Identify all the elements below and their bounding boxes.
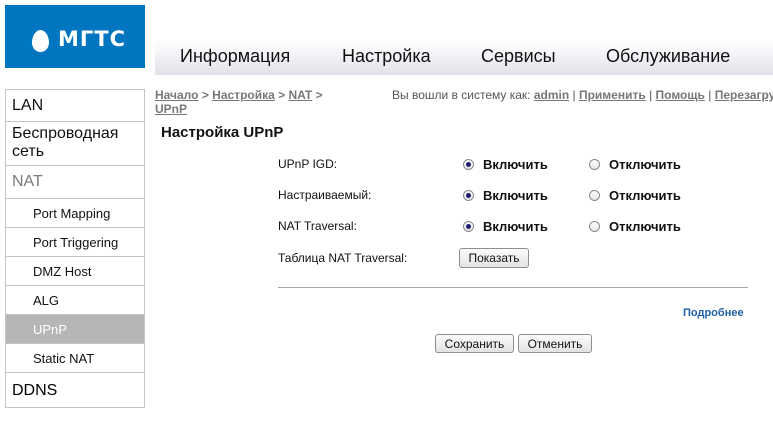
nat-traversal-label: NAT Traversal:: [278, 219, 357, 233]
user-link[interactable]: admin: [534, 88, 569, 102]
sidebar-item-dmz-host[interactable]: DMZ Host: [5, 257, 145, 286]
breadcrumb-separator: >: [274, 88, 289, 102]
breadcrumb-nat[interactable]: NAT: [288, 88, 312, 102]
breadcrumb-settings[interactable]: Настройка: [212, 88, 275, 102]
sidebar: LAN Беспроводная сеть NAT Port Mapping P…: [5, 89, 145, 408]
top-navigation: Информация Настройка Сервисы Обслуживани…: [155, 40, 773, 75]
tab-information[interactable]: Информация: [180, 46, 290, 67]
configurable-disable-radio[interactable]: [589, 190, 600, 201]
page-title: Настройка UPnP: [161, 124, 284, 141]
tab-maintenance[interactable]: Обслуживание: [606, 46, 730, 67]
logged-in-text: Вы вошли в систему как:: [392, 88, 531, 102]
nat-traversal-disable-label: Отключить: [609, 219, 681, 234]
configurable-enable-radio[interactable]: [463, 190, 474, 201]
breadcrumb-home[interactable]: Начало: [155, 88, 198, 102]
breadcrumb-upnp[interactable]: UPnP: [155, 102, 187, 116]
configurable-disable-label: Отключить: [609, 188, 681, 203]
reboot-link[interactable]: Перезагрузка: [715, 88, 773, 102]
breadcrumb-separator: >: [312, 88, 323, 102]
logo-text: МГТС: [58, 27, 127, 51]
nat-traversal-enable-label: Включить: [483, 219, 548, 234]
sidebar-item-lan[interactable]: LAN: [5, 89, 145, 122]
nat-traversal-enable-radio[interactable]: [463, 221, 474, 232]
more-info-link[interactable]: Подробнее: [683, 307, 744, 319]
sidebar-item-alg[interactable]: ALG: [5, 286, 145, 315]
upnp-igd-enable-radio[interactable]: [463, 159, 474, 170]
tab-settings[interactable]: Настройка: [342, 46, 431, 67]
header-links: Вы вошли в систему как: admin | Применит…: [392, 88, 773, 102]
breadcrumb: Начало > Настройка > NAT > UPnP: [155, 88, 355, 116]
logo: МГТС: [5, 5, 145, 68]
sidebar-item-port-triggering[interactable]: Port Triggering: [5, 228, 145, 257]
sidebar-item-upnp[interactable]: UPnP: [5, 315, 145, 344]
apply-link[interactable]: Применить: [579, 88, 646, 102]
sidebar-item-wireless[interactable]: Беспроводная сеть: [5, 122, 145, 166]
divider: [278, 287, 748, 288]
sidebar-item-ddns[interactable]: DDNS: [5, 373, 145, 408]
cancel-button[interactable]: Отменить: [518, 334, 592, 353]
tab-services[interactable]: Сервисы: [481, 46, 556, 67]
nat-traversal-disable-radio[interactable]: [589, 221, 600, 232]
show-table-button[interactable]: Показать: [459, 248, 529, 268]
sidebar-item-static-nat[interactable]: Static NAT: [5, 344, 145, 373]
upnp-igd-enable-label: Включить: [483, 157, 548, 172]
upnp-igd-disable-label: Отключить: [609, 157, 681, 172]
sidebar-item-port-mapping[interactable]: Port Mapping: [5, 199, 145, 228]
save-button[interactable]: Сохранить: [435, 334, 514, 353]
configurable-enable-label: Включить: [483, 188, 548, 203]
logo-egg-icon: [32, 30, 49, 52]
help-link[interactable]: Помощь: [656, 88, 705, 102]
configurable-label: Настраиваемый:: [278, 188, 372, 202]
upnp-igd-label: UPnP IGD:: [278, 157, 338, 171]
breadcrumb-separator: >: [198, 88, 213, 102]
sidebar-item-nat[interactable]: NAT: [5, 166, 145, 199]
upnp-igd-disable-radio[interactable]: [589, 159, 600, 170]
nat-traversal-table-label: Таблица NAT Traversal:: [278, 251, 408, 265]
